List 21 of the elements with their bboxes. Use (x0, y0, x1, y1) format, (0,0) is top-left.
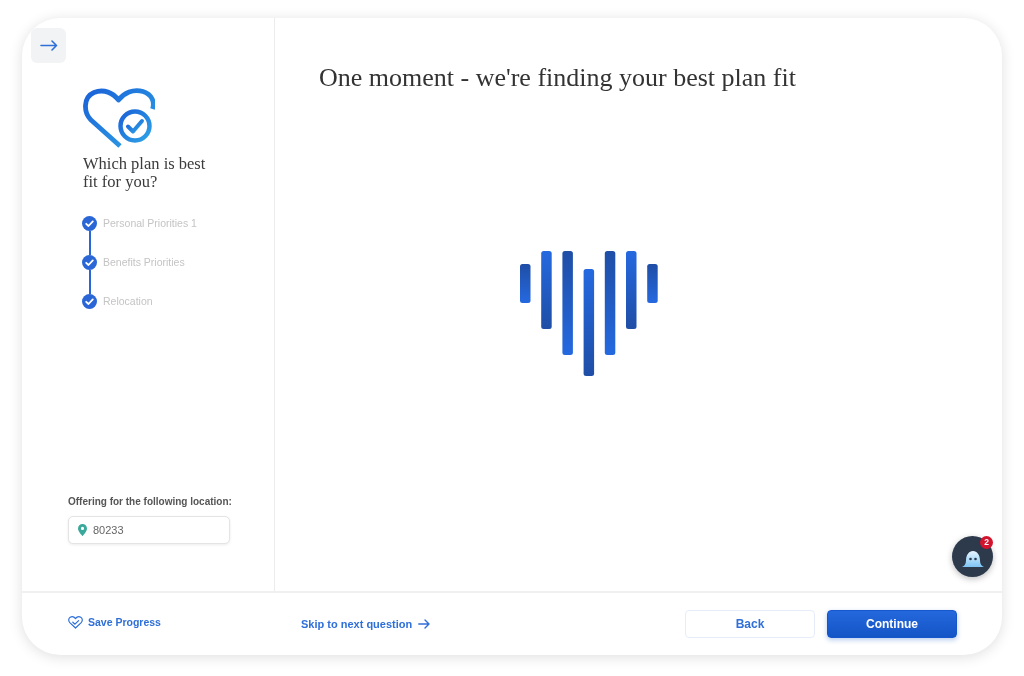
unread-count-badge: 2 (980, 536, 993, 549)
map-pin-icon (78, 524, 87, 536)
continue-button[interactable]: Continue (827, 610, 957, 638)
heart-check-icon (68, 616, 83, 629)
back-button[interactable]: Back (685, 610, 815, 638)
step-label: Benefits Priorities (103, 255, 185, 270)
arrow-right-icon (418, 619, 431, 629)
arrow-right-icon (39, 40, 58, 51)
step-label: Relocation (103, 294, 153, 309)
chat-bot-icon (961, 549, 984, 567)
skip-question-link[interactable]: Skip to next question (301, 615, 431, 633)
heart-check-icon (82, 88, 155, 149)
location-field[interactable]: 80233 (68, 516, 230, 544)
location-label: Offering for the following location: (68, 495, 233, 508)
sidebar-title: Which plan is best fit for you? (83, 155, 207, 190)
save-progress-link[interactable]: Save Progress (68, 614, 161, 631)
step-connector (88, 270, 91, 294)
step-connector (88, 231, 91, 255)
sidebar-toggle-button[interactable] (31, 28, 66, 63)
page-title: One moment - we're finding your best plan fit (319, 62, 796, 93)
chat-button[interactable]: 2 (952, 536, 993, 577)
